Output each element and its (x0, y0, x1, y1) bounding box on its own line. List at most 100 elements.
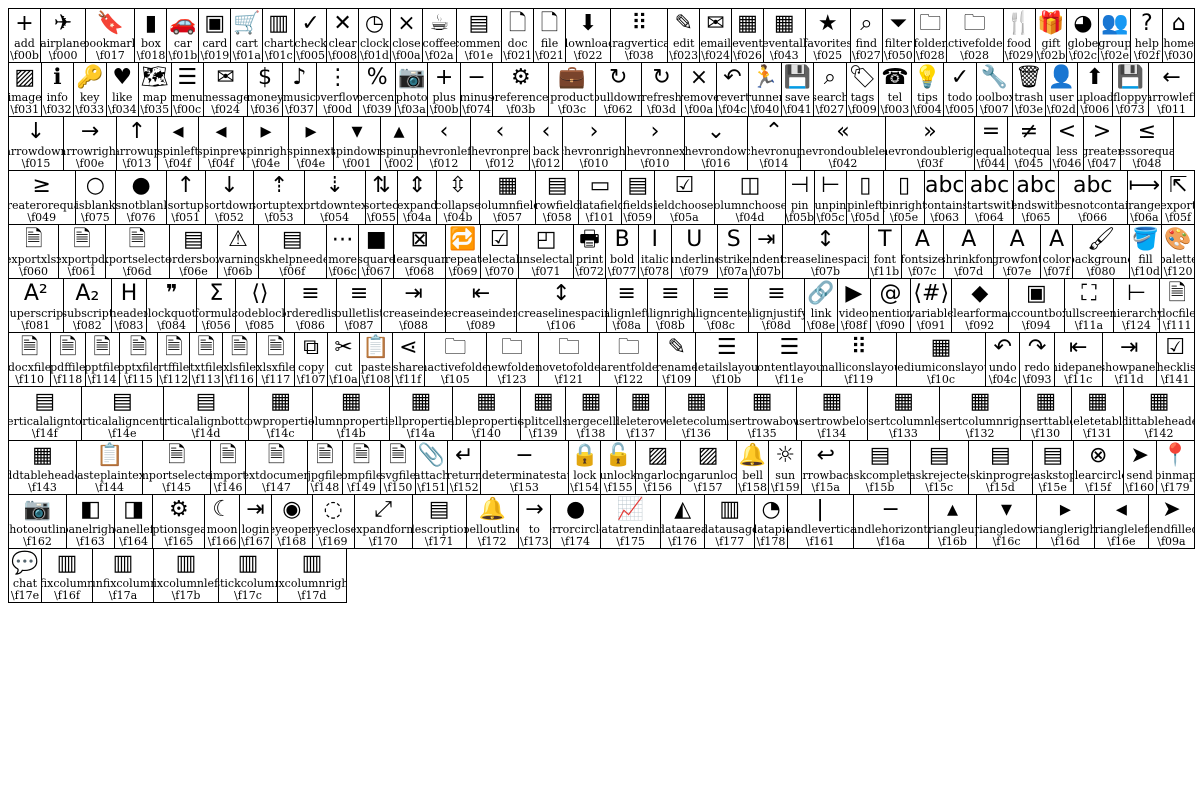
icon-code-label: \f00d (323, 103, 353, 116)
icon-cell-arrowback: ↩arrowback\f15a (801, 440, 851, 495)
icon-code-label: \f018 (136, 49, 166, 62)
datatrending-icon: 📈 (616, 497, 645, 522)
bmpfile-icon: 🗎 (352, 443, 371, 468)
icon-cell-pinright: ▯ pinright \f05e (883, 170, 925, 225)
icon-cell-description: ▤description\f171 (411, 494, 467, 549)
icon-code-label: \f02c (1068, 49, 1097, 62)
icon-cell-unselectall: ◰ unselectall \f071 (518, 224, 574, 279)
icon-code-label: \f15e (1038, 481, 1067, 494)
bulletlist-icon: ≡ (349, 281, 369, 306)
pptxfile-icon: 🗎 (129, 335, 148, 360)
icon-code-label: \f062 (603, 103, 633, 116)
icon-code-label: \f07a (719, 265, 748, 278)
icon-code-label: \f116 (225, 373, 254, 386)
spinleft-icon: ◂ (172, 119, 184, 144)
icon-code-label: \f142 (1144, 427, 1174, 440)
icon-cell-link: 🔗 link \f08e (804, 278, 838, 333)
icon-cell-add: + add \f00b (8, 8, 41, 63)
icon-cell-image: ▨ image \f031 (8, 62, 42, 117)
icon-cell-xlsxfile: 🗎 xlsxfile \f117 (256, 332, 296, 387)
chevronprev-icon: ‹ (495, 119, 505, 144)
fieldchooser-icon: ☑ (674, 173, 695, 198)
upload-icon: ⬆ (1085, 65, 1105, 90)
icon-cell-bookmark: 🔖bookmark\f017 (85, 8, 136, 63)
insertcolumnleft-icon: ▦ (893, 389, 914, 414)
increaseindent-icon: ⇥ (404, 281, 423, 306)
icon-code-label: \f147 (262, 481, 291, 494)
icon-cell-bold: Bbold \f077 (605, 224, 639, 279)
icon-cell-superscript: A²superscript\f081 (8, 278, 64, 333)
icon-code-label: \f152 (449, 481, 479, 494)
icon-cell-edittableheader: ▦edittableheader\f142 (1123, 386, 1195, 441)
unpin-icon: ⊢ (820, 173, 841, 198)
icon-code-label: \f175 (616, 535, 645, 548)
icon-cell-isblank: ○ isblank \f075 (74, 170, 117, 225)
icon-code-label: \f08e (806, 319, 836, 332)
icon-code-label: \f178 (756, 535, 786, 548)
contentlayout-icon: ☰ (779, 335, 800, 360)
icon-code-label: \f00c (173, 103, 202, 116)
verticalaligntop-icon: ▤ (34, 389, 56, 414)
icon-cell-percent: %percent\f039 (358, 62, 396, 117)
shrinkfont-icon: A (961, 227, 977, 252)
icon-code-label: \f081 (21, 319, 51, 332)
accountbox-icon: ▣ (1025, 281, 1047, 306)
chevrondoubleleft-icon: « (836, 119, 850, 144)
sortup-icon: ↑ (176, 173, 196, 198)
photo-icon: 📷 (397, 65, 426, 90)
orderedlist-icon: ≡ (301, 281, 320, 306)
icon-code-label: \f109 (662, 373, 692, 386)
warning-icon: ⚠ (228, 227, 248, 252)
spinprev-icon: ◂ (215, 119, 227, 144)
refresh-icon: ↻ (652, 65, 671, 90)
icon-cell-contentlayout: ☰contentlayout\f11e (757, 332, 822, 387)
icon-cell-hidepanel: ⇤hidepanel\f11c (1053, 332, 1103, 387)
icon-code-label: \f17b (171, 589, 201, 602)
taskhelpneeded-icon: ▤ (281, 227, 303, 252)
icon-cell-showpanel: ⇥ showpanel \f11d (1101, 332, 1157, 387)
icon-cell-blockquote: ❞blockquote\f084 (145, 278, 198, 333)
icon-code-label: \f03b (506, 103, 536, 116)
icon-cell-expandform: ⤢expandform\f170 (353, 494, 413, 549)
icon-code-label: \f119 (844, 373, 874, 386)
help-icon: ? (1140, 11, 1153, 36)
icon-code-label: \f05d (850, 211, 880, 224)
icon-row: ▦addtableheader\f143📋pasteplaintext\f144… (8, 440, 1196, 495)
icon-code-label: \f111 (1162, 319, 1192, 332)
handlevertical-icon: | (816, 497, 824, 522)
icon-code-label: \f137 (626, 427, 656, 440)
icon-code-label: \f06b (223, 265, 253, 278)
icon-code-label: \f002 (384, 157, 414, 170)
icon-cell-email: ✉ email \f024 (699, 8, 733, 63)
info-icon: ℹ (53, 65, 62, 90)
print-icon: 🖶 (579, 227, 600, 252)
send-icon: ➤ (1130, 443, 1149, 468)
arrowright-icon: → (80, 119, 100, 144)
map-icon: 🗺 (140, 65, 169, 90)
icon-code-label: \f156 (643, 481, 673, 494)
icon-cell-inactivefolder: 🗀inactivefolder\f105 (424, 332, 487, 387)
icon-cell-edit: ✎ edit \f023 (667, 8, 701, 63)
icon-cell-spindown: ▾spindown\f001 (333, 116, 381, 171)
columnproperties-icon: ▦ (340, 389, 362, 414)
sorted-icon: ⇅ (372, 173, 391, 198)
icon-code-label: \f154 (570, 481, 600, 494)
icon-cell-textdocument: 🗎textdocument\f147 (244, 440, 309, 495)
icon-cell-favorites: ★ favorites \f025 (804, 8, 851, 63)
icon-cell-doc: 🗋 doc \f021 (501, 8, 535, 63)
more-icon: ⋯ (331, 227, 354, 252)
icon-code-label: \f170 (368, 535, 398, 548)
icon-cell-money: $ money \f036 (247, 62, 283, 117)
icon-cell-lessorequal: ≤lessorequal\f048 (1120, 116, 1174, 171)
icon-cell-like: ♥ like \f034 (105, 62, 139, 117)
icon-code-label: \f155 (603, 481, 633, 494)
icon-cell-clearsquare: ⊠clearsquare\f068 (393, 224, 447, 279)
icon-code-label: \f093 (1022, 373, 1052, 386)
icon-code-label: \f112 (159, 373, 189, 386)
icon-cell-find: ⌕ find \f027 (849, 8, 883, 63)
icon-cell-parentfolder: 🗀parentfolder\f122 (599, 332, 659, 387)
icon-code-label: \f07c (908, 265, 937, 278)
icon-code-label: \f146 (213, 481, 243, 494)
icon-cell-print: 🖶 print \f072 (572, 224, 607, 279)
icon-cell-event: ▦ event \f026 (731, 8, 765, 63)
